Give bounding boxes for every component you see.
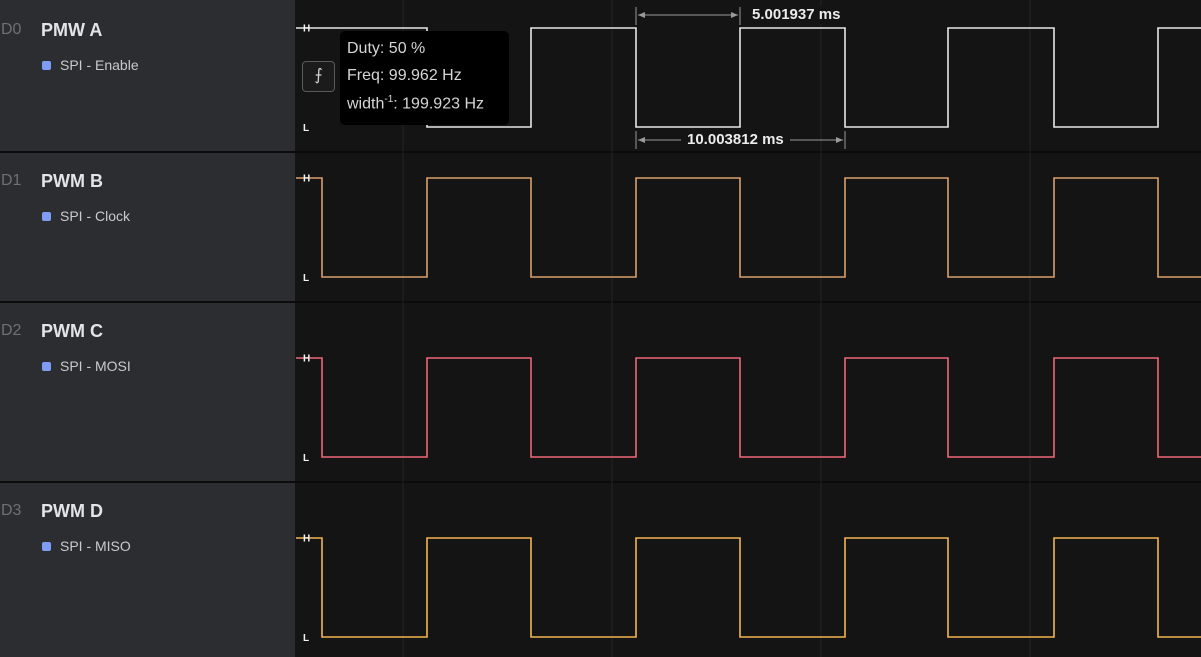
arrow-head [638, 137, 645, 143]
logic-analyzer-view: D0 PMW A SPI - Enable D1 PWM B SPI - Clo… [0, 0, 1201, 657]
tooltip-width-exponent: -1 [384, 94, 394, 105]
level-markers: H L H L H L H L [303, 24, 310, 645]
waveform-trace [296, 177, 1201, 278]
level-low-label: L [303, 633, 309, 644]
waveform-canvas: H L H L H L H L [296, 0, 1201, 657]
period-label: 10.003812 ms [681, 131, 790, 149]
level-low-label: L [303, 453, 309, 464]
tooltip-duty: Duty: 50 % [347, 40, 426, 57]
level-high-label: H [303, 24, 310, 35]
level-low-label: L [303, 273, 309, 284]
level-high-label: H [303, 354, 310, 365]
waveform-trace [296, 537, 1201, 638]
level-low-label: L [303, 123, 309, 134]
arrow-head [731, 12, 738, 18]
tooltip-width-prefix: width [347, 95, 385, 113]
measurement-tooltip: Duty: 50 % Freq: 99.962 Hz width-1: 199.… [340, 31, 509, 125]
tooltip-frequency: Freq: 99.962 Hz [347, 67, 462, 84]
tooltip-width-value: : 199.923 Hz [393, 95, 484, 113]
arrow-head [638, 12, 645, 18]
arrow-head [836, 137, 843, 143]
level-high-label: H [303, 534, 310, 545]
pulse-width-label: 5.001937 ms [746, 6, 847, 24]
level-high-label: H [303, 174, 310, 185]
tooltip-width: width-1: 199.923 Hz [347, 94, 484, 113]
waveform-trace [296, 357, 1201, 458]
edge-nav-icon[interactable]: ⨍ [302, 61, 335, 92]
